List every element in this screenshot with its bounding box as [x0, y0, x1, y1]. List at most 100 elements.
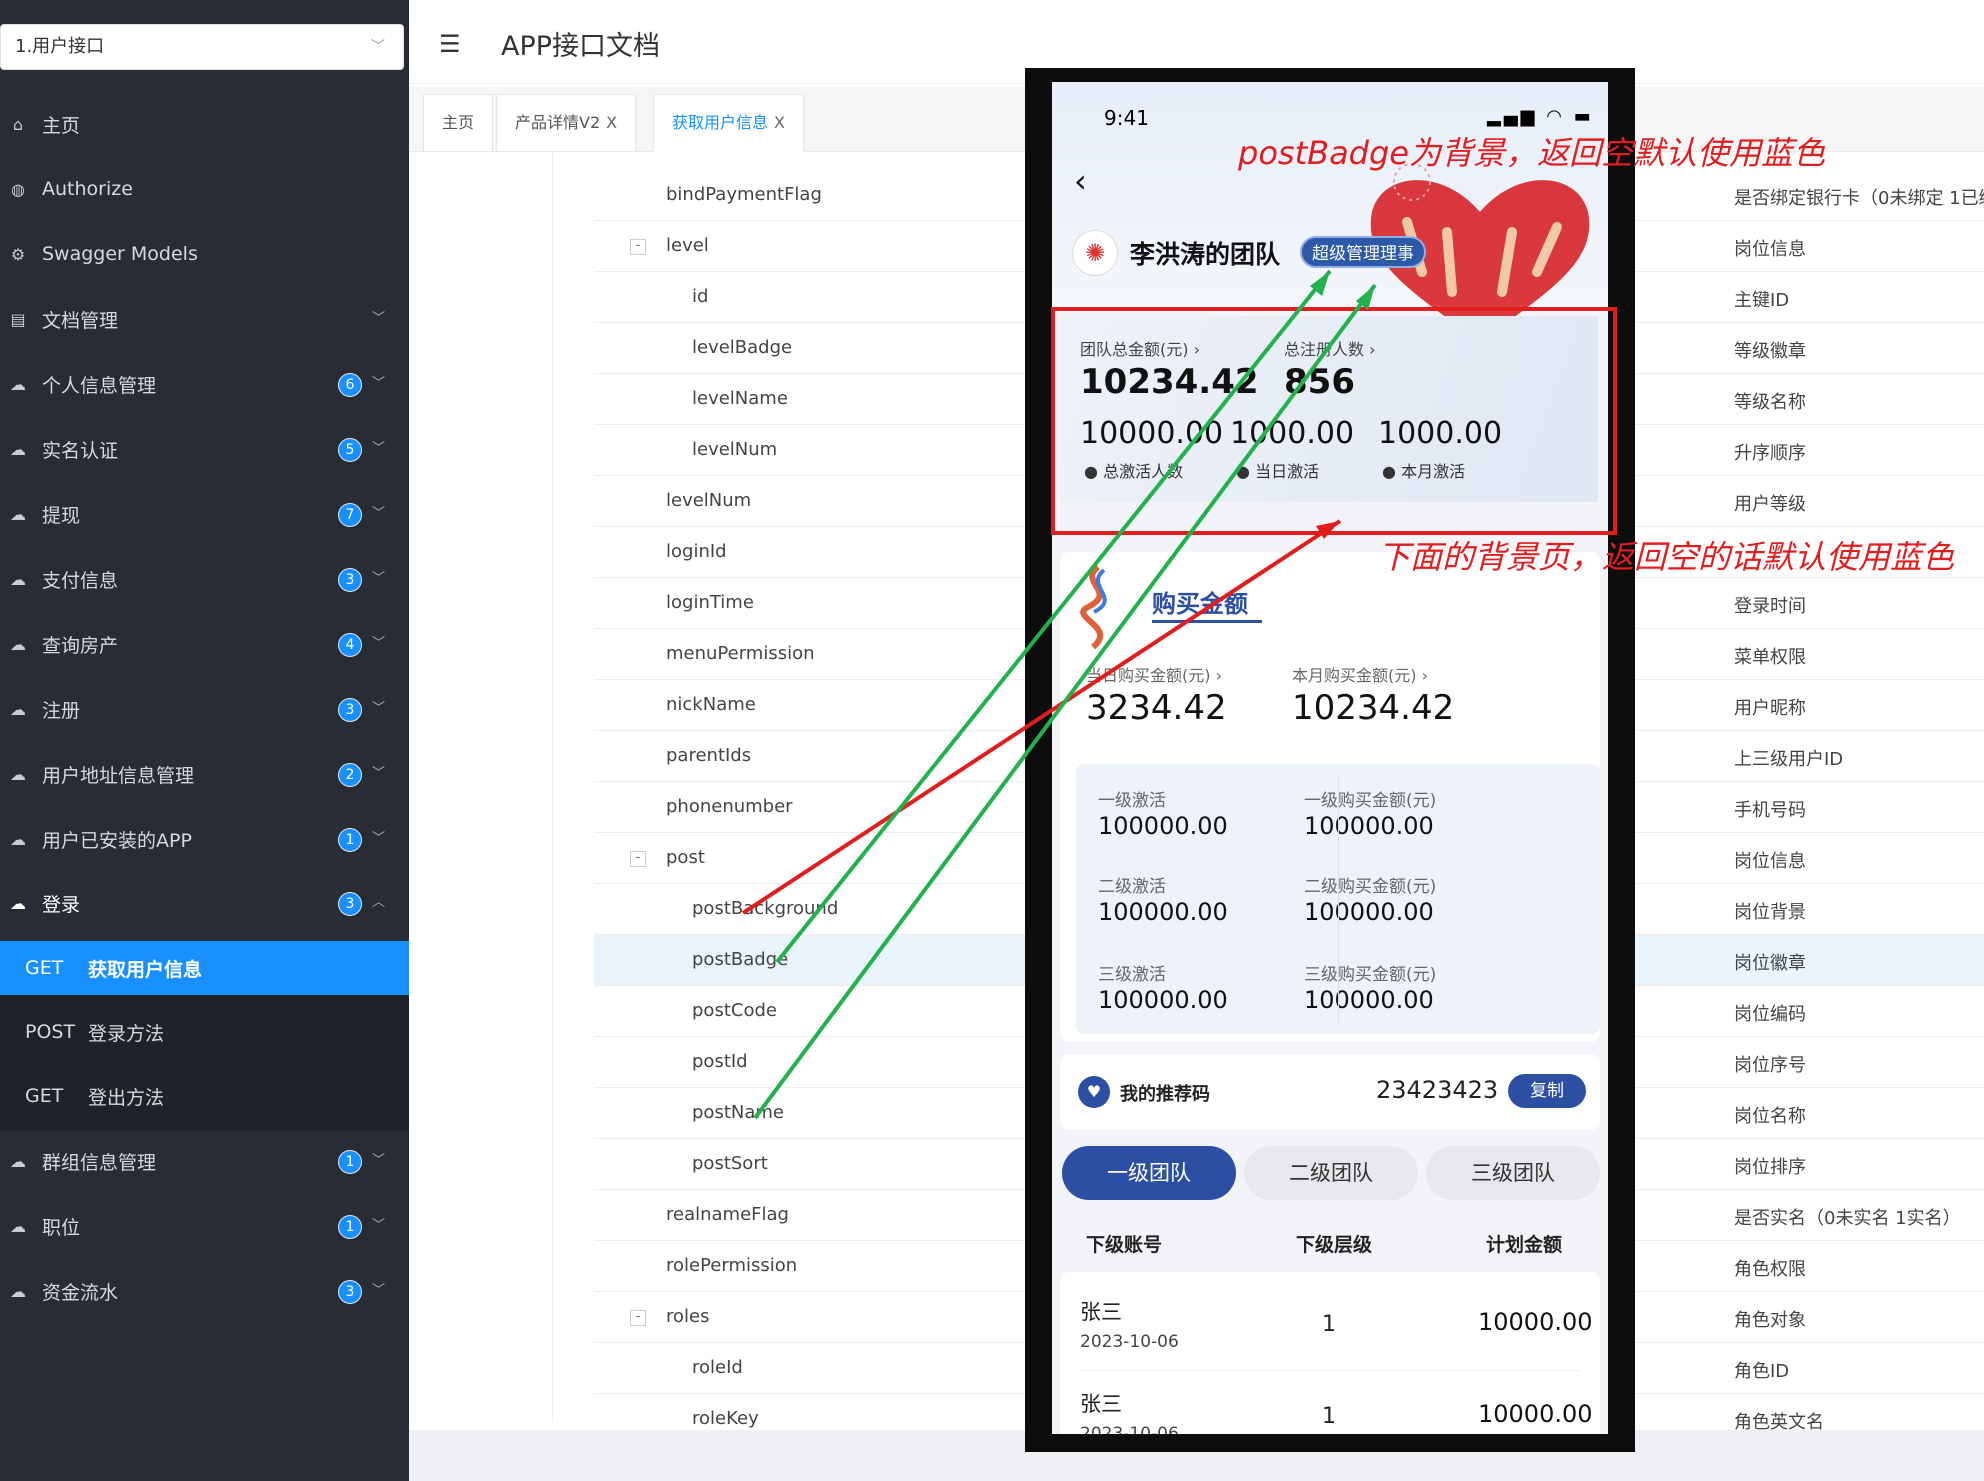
cloud-icon: ☁ [10, 634, 26, 654]
param-description: 等级徽章 [1734, 341, 1806, 362]
registered-label[interactable]: 总注册人数 › [1284, 336, 1376, 360]
param-name: bindPaymentFlag [666, 184, 822, 205]
sidebar-item[interactable]: ☁ 用户已安装的APP 1 ﹀ [0, 807, 409, 871]
sidebar-item[interactable]: ☁ 提现 7 ﹀ [0, 482, 409, 546]
tab-level1-team[interactable]: 一级团队 [1062, 1146, 1236, 1200]
chevron-down-icon: ﹀ [372, 1153, 386, 1168]
close-icon[interactable]: X [606, 113, 617, 132]
count-badge: 5 [338, 438, 362, 462]
param-description: 岗位编码 [1734, 1004, 1806, 1025]
sidebar-item[interactable]: ☁ 职位 1 ﹀ [0, 1194, 409, 1258]
count-badge: 3 [338, 892, 362, 916]
chevron-down-icon: ﹀ [372, 766, 386, 781]
copy-button[interactable]: 复制 [1508, 1074, 1586, 1108]
chevron-down-icon: ﹀ [371, 39, 385, 55]
param-description: 手机号码 [1734, 800, 1806, 821]
member-date: 2023-10-06 [1080, 1424, 1179, 1434]
param-description: 升序顺序 [1734, 443, 1806, 464]
post-badge: 超级管理理事 [1300, 236, 1426, 268]
http-method: GET [25, 1085, 64, 1107]
tab-level3-team[interactable]: 三级团队 [1426, 1146, 1600, 1200]
tab-home[interactable]: 主页 [423, 94, 494, 152]
team-name: 李洪涛的团队 [1130, 240, 1281, 269]
sidebar-item[interactable]: ⚙ Swagger Models [0, 222, 409, 286]
back-arrow-icon[interactable]: ‹ [1074, 162, 1087, 200]
sidebar-item[interactable]: ⌂ 主页 [0, 92, 409, 156]
chevron-down-icon: ﹀ [372, 1218, 386, 1233]
cloud-icon: ☁ [10, 699, 26, 719]
level2-purchase-value: 100000.00 [1304, 898, 1434, 926]
tab-level2-team[interactable]: 二级团队 [1244, 1146, 1418, 1200]
param-description: 岗位排序 [1734, 1157, 1806, 1178]
param-name: loginTime [666, 592, 754, 613]
sidebar-item[interactable]: ☁ 个人信息管理 6 ﹀ [0, 352, 409, 416]
param-name: roleKey [692, 1408, 759, 1429]
count-badge: 1 [338, 828, 362, 852]
param-name: realnameFlag [666, 1204, 789, 1225]
chevron-down-icon: ﹀ [372, 636, 386, 651]
divider [552, 152, 553, 1422]
sidebar-item[interactable]: ☁ 群组信息管理 1 ﹀ [0, 1129, 409, 1193]
tab-product-detail[interactable]: 产品详情V2 X [496, 94, 637, 152]
month-activation-value: 1000.00 [1378, 416, 1503, 451]
month-purchase-value: 10234.42 [1292, 688, 1455, 728]
param-description: 岗位名称 [1734, 1106, 1806, 1127]
star-icon: ● [1236, 462, 1250, 481]
annotation-background: 下面的背景页，返回空的话默认使用蓝色 [1378, 538, 1955, 576]
sidebar-item[interactable]: ☁ 注册 3 ﹀ [0, 677, 409, 741]
count-badge: 3 [338, 1280, 362, 1304]
level3-purchase-label: 三级购买金额(元) [1304, 965, 1437, 985]
level3-purchase-value: 100000.00 [1304, 986, 1434, 1014]
param-name: levelNum [692, 439, 778, 460]
cloud-icon: ☁ [10, 1281, 26, 1301]
sidebar-item-label: Authorize [42, 178, 133, 200]
http-method: GET [25, 957, 64, 979]
chevron-down-icon: ﹀ [372, 701, 386, 716]
submenu-item[interactable]: POST 登录方法 [0, 1005, 409, 1059]
expand-toggle[interactable]: - [630, 239, 646, 255]
expand-toggle[interactable]: - [630, 851, 646, 867]
purchase-title: 购买金额 [1152, 590, 1248, 618]
sidebar: 1.用户接口 ﹀ ⌂ 主页 ◍ Authorize ⚙ Swagger Models ▤ 文档… [0, 0, 409, 1481]
status-time: 9:41 [1104, 106, 1149, 130]
sidebar-item[interactable]: ▤ 文档管理 ﹀ [0, 287, 409, 351]
sidebar-item[interactable]: ☁ 查询房产 4 ﹀ [0, 612, 409, 676]
count-badge: 3 [338, 698, 362, 722]
team-total-label[interactable]: 团队总金额(元) › [1080, 336, 1200, 360]
tab-get-user-info[interactable]: 获取用户信息 X [653, 94, 804, 152]
level-breakdown-grid: 一级激活 100000.00 一级购买金额(元) 100000.00 二级激活 … [1076, 764, 1600, 1034]
param-description: 岗位信息 [1734, 851, 1806, 872]
today-purchase-label[interactable]: 当日购买金额(元) › [1086, 662, 1222, 686]
count-badge: 6 [338, 373, 362, 397]
submenu-item[interactable]: GET 登出方法 [0, 1069, 409, 1123]
member-date: 2023-10-06 [1080, 1332, 1179, 1352]
people-icon: ● [1084, 462, 1098, 481]
today-activation-value: 1000.00 [1230, 416, 1355, 451]
cloud-icon: ☁ [10, 1151, 26, 1171]
chevron-down-icon: ﹀ [372, 376, 386, 391]
chevron-down-icon: ﹀ [372, 506, 386, 521]
sidebar-item[interactable]: ☁ 支付信息 3 ﹀ [0, 547, 409, 611]
close-icon[interactable]: X [774, 113, 785, 132]
sidebar-item[interactable]: ☁ 用户地址信息管理 2 ﹀ [0, 742, 409, 806]
expand-toggle[interactable]: - [630, 1310, 646, 1326]
cloud-icon: ☁ [10, 764, 26, 784]
sidebar-item-label: 文档管理 [42, 309, 119, 332]
member-name: 张三 [1080, 1392, 1122, 1416]
menu-collapse-icon[interactable]: ☰ [439, 30, 461, 58]
sidebar-item[interactable]: ◍ Authorize [0, 157, 409, 221]
level2-activation-value: 100000.00 [1098, 898, 1228, 926]
sidebar-item[interactable]: ☁ 资金流水 3 ﹀ [0, 1259, 409, 1323]
cloud-icon: ☁ [10, 569, 26, 589]
annotation-post-badge: postBadge为背景，返回空默认使用蓝色 [1238, 134, 1825, 172]
sidebar-item[interactable]: ☁ 实名认证 5 ﹀ [0, 417, 409, 481]
param-name: postName [692, 1102, 784, 1123]
ribbon-icon [1080, 564, 1107, 650]
api-group-select[interactable]: 1.用户接口 ﹀ [0, 24, 404, 70]
member-level: 1 [1322, 1312, 1336, 1337]
month-purchase-label[interactable]: 本月购买金额(元) › [1292, 662, 1428, 686]
submenu-item[interactable]: GET 获取用户信息 [0, 941, 409, 995]
sidebar-item[interactable]: ☁ 登录 3 ︿ [0, 871, 409, 935]
param-name: parentIds [666, 745, 752, 766]
play-icon: ● [1382, 462, 1396, 481]
